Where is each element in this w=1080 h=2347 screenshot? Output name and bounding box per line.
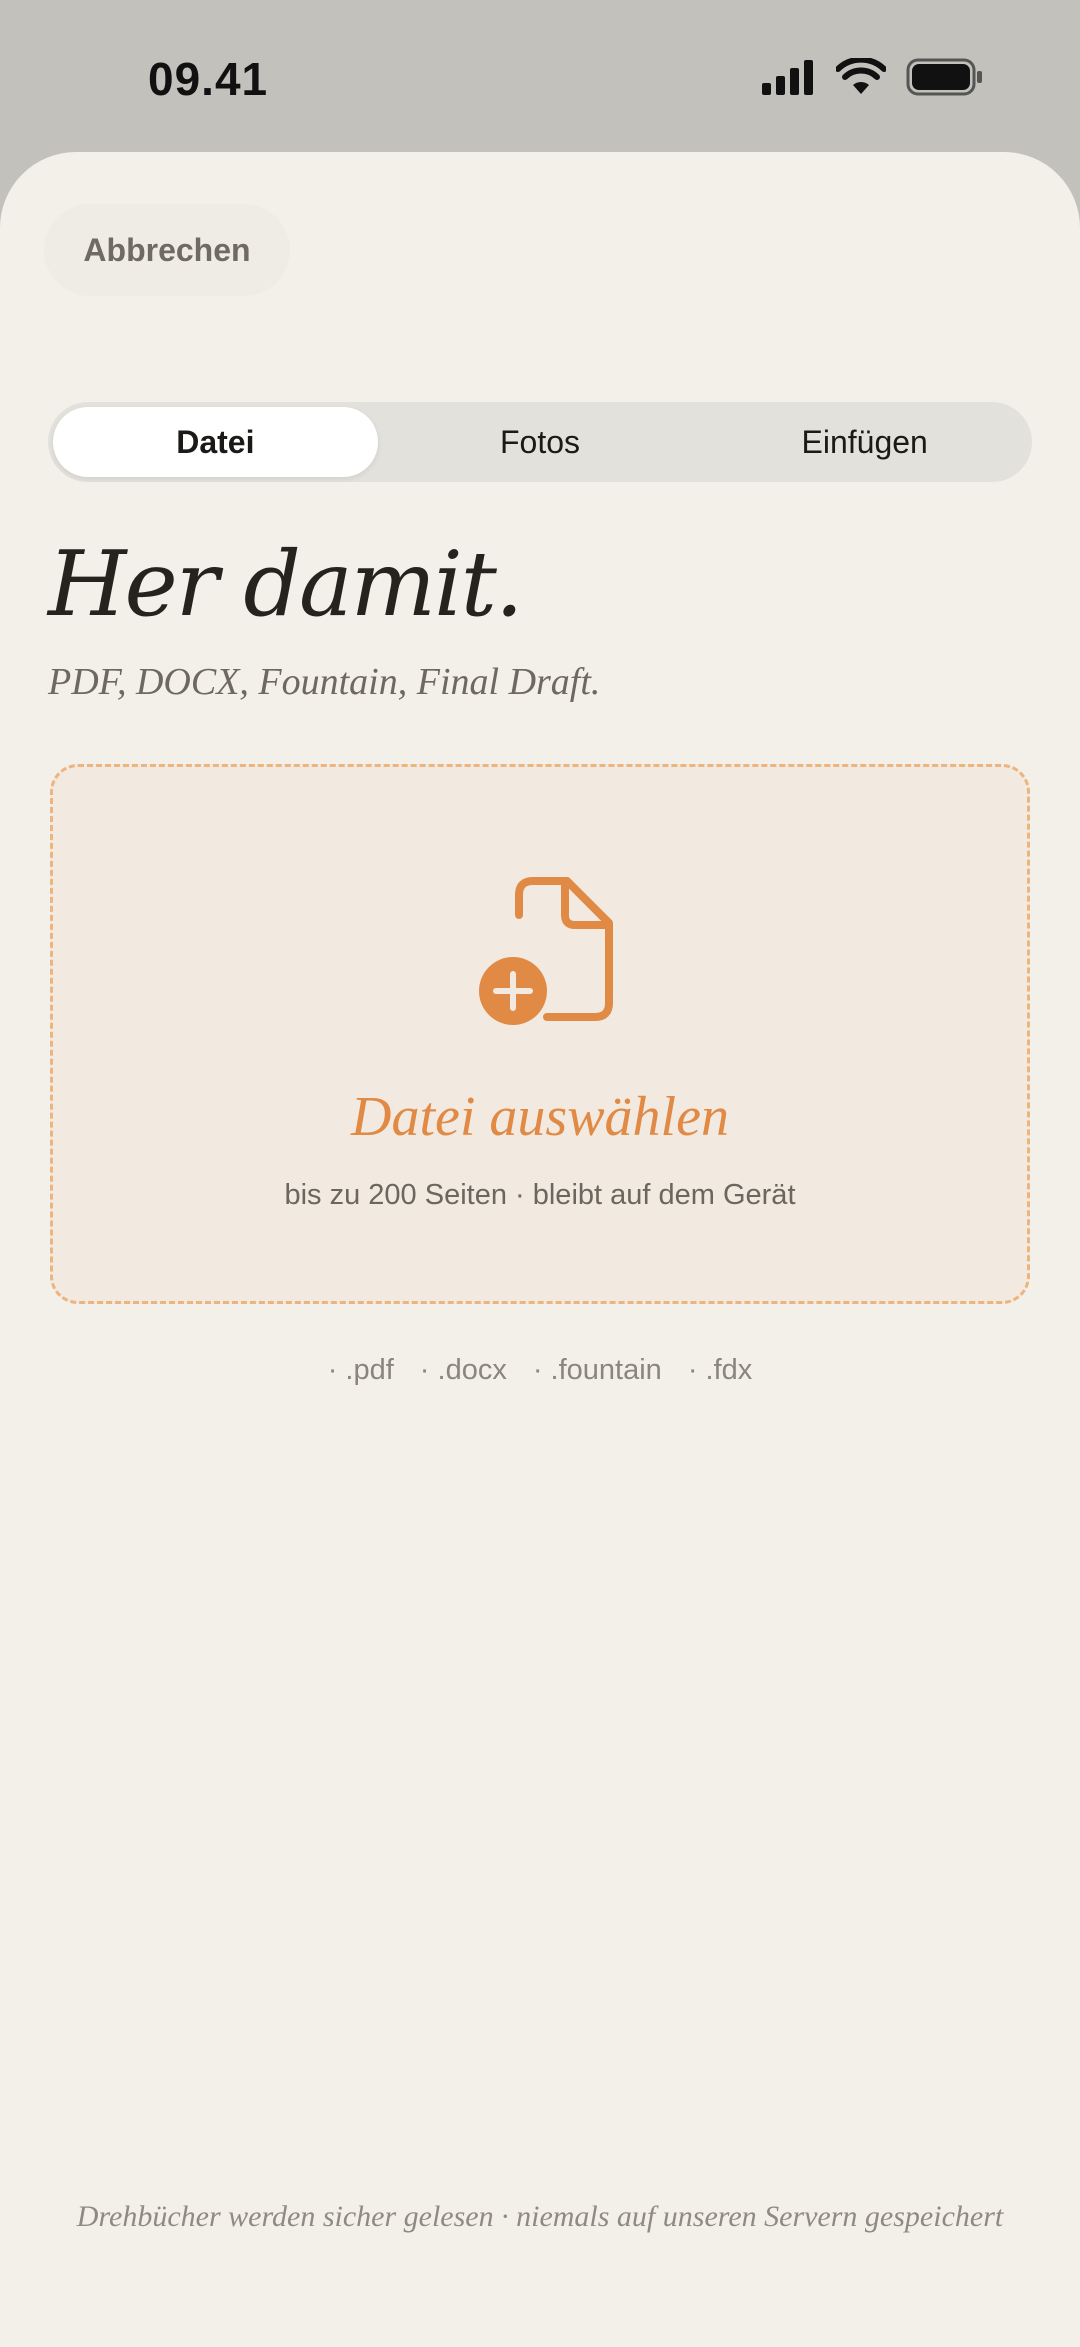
source-segmented-control: Datei Fotos Einfügen [48, 402, 1032, 482]
format-fdx: · .fdx [687, 1354, 753, 1386]
page-title: Her damit. [48, 532, 524, 637]
status-icons [760, 58, 984, 96]
supported-formats-subtitle: PDF, DOCX, Fountain, Final Draft. [48, 661, 601, 703]
battery-icon [906, 58, 982, 96]
format-pdf: · .pdf [327, 1354, 394, 1386]
format-list: · .pdf · .docx · .fountain · .fdx [0, 1354, 1080, 1387]
status-bar: 09.41 [0, 0, 1080, 150]
import-sheet: Abbrechen Datei Fotos Einfügen Her damit… [0, 152, 1080, 2347]
file-dropzone[interactable]: Datei auswählen bis zu 200 Seiten · blei… [50, 764, 1030, 1304]
privacy-note: Drehbücher werden sicher gelesen · niema… [76, 2200, 1004, 2233]
tab-einfuegen[interactable]: Einfügen [702, 407, 1027, 477]
wifi-icon [836, 58, 886, 94]
signal-icon [762, 60, 813, 95]
cancel-button[interactable]: Abbrechen [44, 204, 290, 296]
tab-fotos[interactable]: Fotos [378, 407, 703, 477]
dropzone-title: Datei auswählen [351, 1086, 729, 1148]
status-time: 09.41 [148, 53, 269, 105]
format-fountain: · .fountain [532, 1354, 662, 1386]
file-add-icon [479, 877, 613, 1025]
tab-datei[interactable]: Datei [53, 407, 378, 477]
dropzone-subtitle: bis zu 200 Seiten · bleibt auf dem Gerät [284, 1179, 796, 1211]
format-docx: · .docx [419, 1354, 507, 1386]
